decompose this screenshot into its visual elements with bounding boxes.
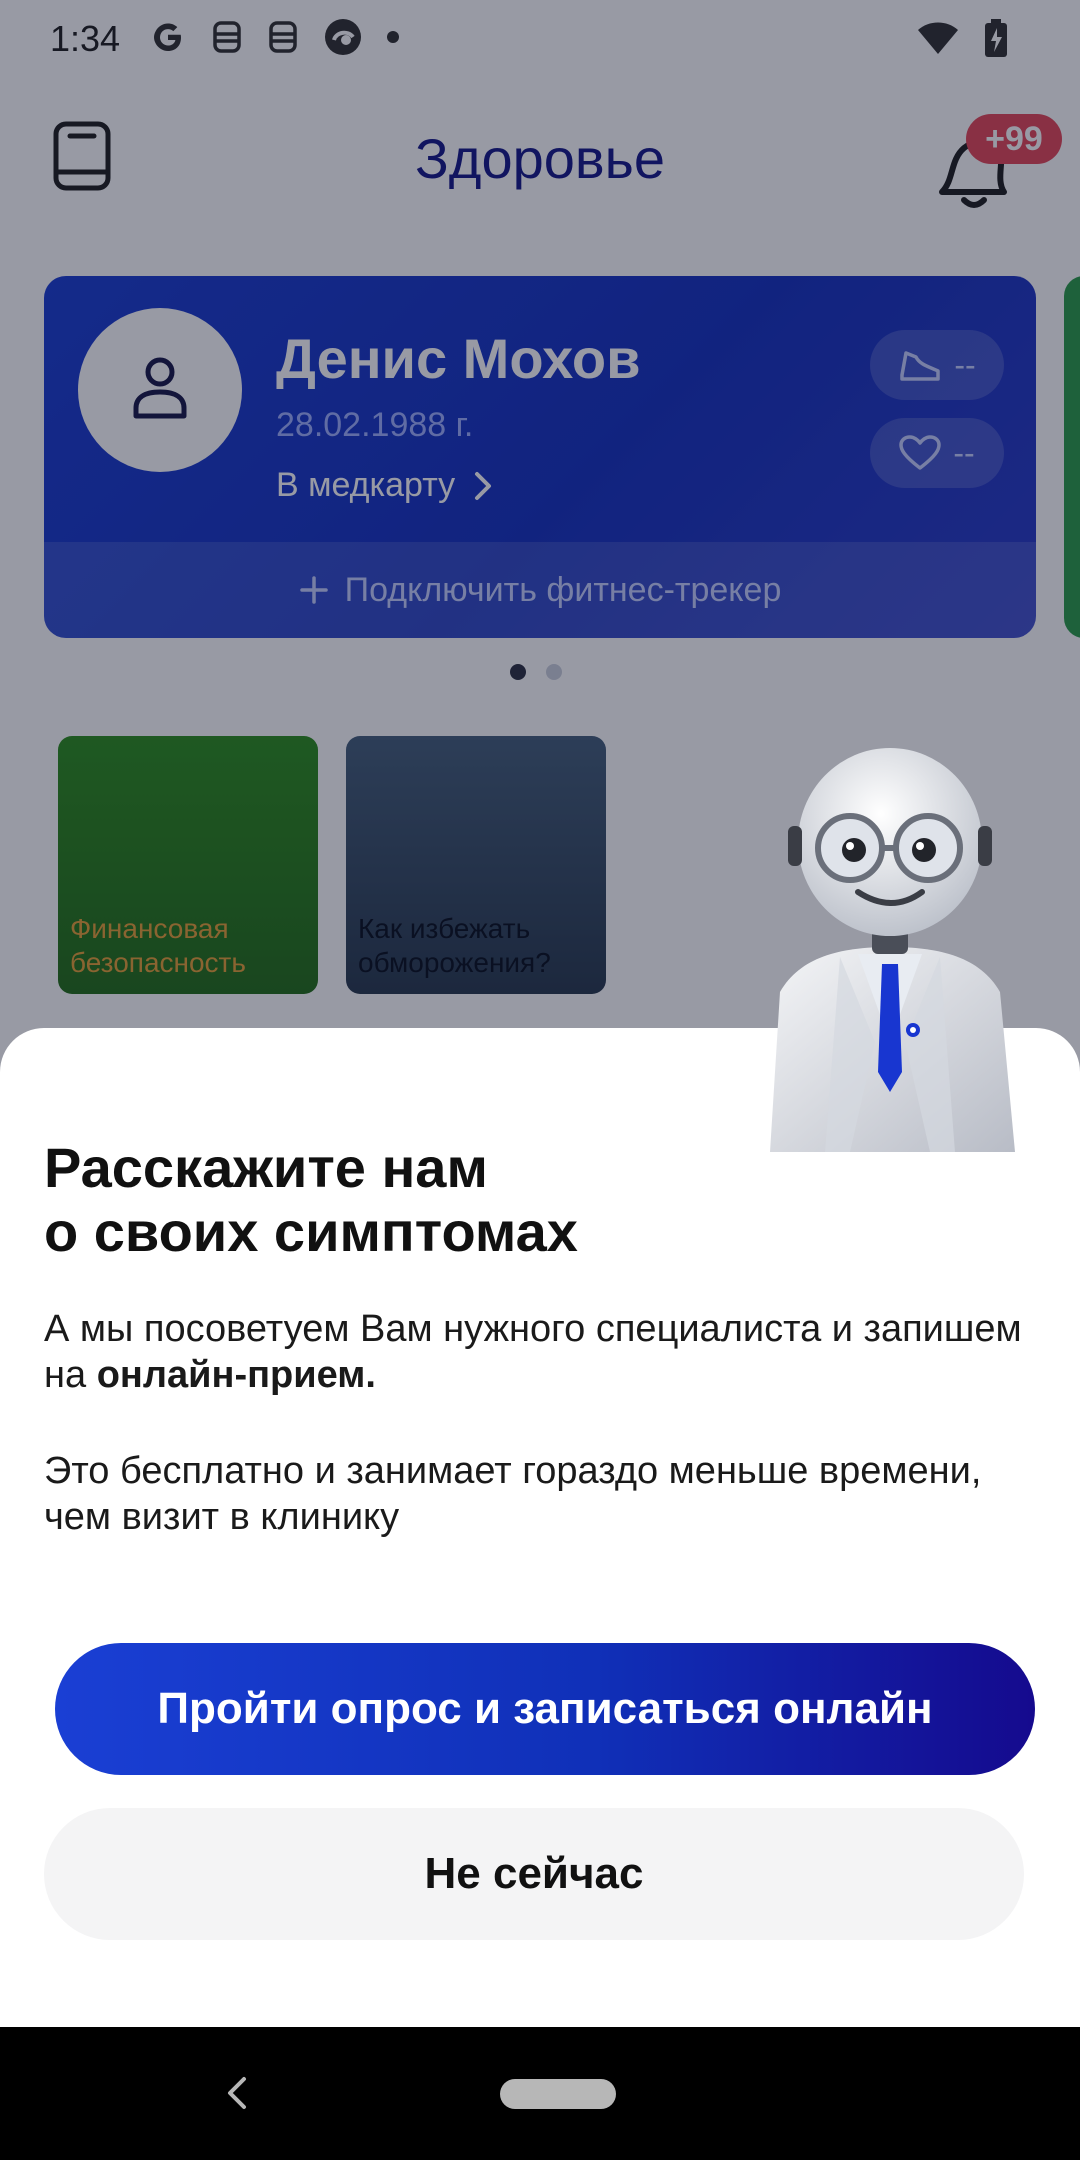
home-pill[interactable] [500,2079,616,2109]
sheet-title-line2: о своих симптомах [44,1200,578,1263]
sheet-note: Это бесплатно и занимает гораздо меньше … [44,1450,982,1538]
screen: 1:34 Здоровье +99 Денис Мохов 28.02.1988… [0,0,1080,2160]
sheet-description: А мы посоветуем Вам нужного специалиста … [44,1306,1044,1398]
take-survey-button[interactable]: Пройти опрос и записаться онлайн [55,1643,1035,1775]
robot-doctor-mascot [770,748,1015,1152]
not-now-button[interactable]: Не сейчас [44,1808,1024,1940]
navigation-bar [0,2027,1080,2160]
back-icon[interactable] [222,2073,252,2113]
sheet-description-bold: онлайн-прием. [96,1354,376,1396]
symptoms-bottom-sheet: Расскажите нам о своих симптомах А мы по… [0,1028,1080,2027]
sheet-title-line1: Расскажите нам [44,1136,488,1199]
sheet-title: Расскажите нам о своих симптомах [44,1136,804,1264]
